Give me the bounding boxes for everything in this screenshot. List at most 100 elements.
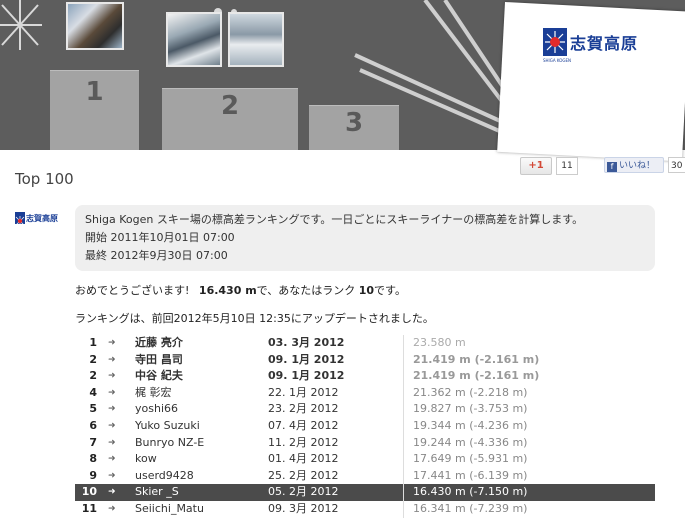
info-start-row: 開始 2011年10月01日 07:00	[85, 229, 645, 247]
ranking-name[interactable]: 近藤 亮介	[135, 335, 183, 352]
ranking-date: 01. 4月 2012	[268, 452, 339, 466]
snowflake-sun-icon	[15, 212, 25, 226]
column-divider	[403, 467, 404, 485]
winner-photo-first	[66, 2, 124, 50]
column-divider	[403, 335, 404, 352]
congrats-value: 16.430 m	[198, 284, 257, 297]
info-start-label: 開始	[85, 231, 107, 244]
ranking-height: 16.341 m (-7.239 m)	[413, 501, 528, 515]
ranking-name[interactable]: 中谷 紀夫	[135, 368, 183, 385]
info-end-label: 最終	[85, 249, 107, 262]
ranking-row[interactable]: 4 ➜ 梶 彰宏 22. 1月 2012 21.362 m (-2.218 m)	[75, 384, 655, 402]
ranking-rank: 5	[89, 402, 97, 416]
arrow-right-icon: ➜	[108, 437, 116, 448]
arrow-right-icon: ➜	[108, 404, 116, 415]
column-divider	[403, 500, 404, 518]
podium-third-label: 3	[344, 108, 364, 138]
ranking-height: 17.649 m (-5.931 m)	[413, 452, 528, 466]
ranking-date: 25. 2月 2012	[268, 468, 339, 482]
logo-text: 志賀高原	[570, 34, 639, 53]
column-divider	[403, 351, 404, 369]
podium-second: 2	[162, 88, 298, 150]
info-end-value: 2012年9月30日 07:00	[110, 249, 228, 262]
google-plus-button[interactable]: +1	[520, 157, 552, 175]
ranking-name[interactable]: Yuko Suzuki	[135, 418, 200, 435]
ranking-row[interactable]: 1 ➜ 近藤 亮介 03. 3月 2012 23.580 m	[75, 335, 655, 352]
google-plus-count: 11	[556, 157, 578, 175]
ranking-date: 09. 3月 2012	[268, 501, 339, 515]
congrats-message: おめでとうございます! 16.430 mで、あなたはランク 10です。	[75, 282, 406, 298]
ranking-rank: 2	[89, 352, 97, 366]
ranking-name[interactable]: 梶 彰宏	[135, 385, 172, 402]
ranking-date: 05. 2月 2012	[268, 485, 339, 499]
ranking-rank: 8	[89, 452, 97, 466]
shiga-kogen-logo[interactable]: SHIGA KOGEN 志賀高原	[543, 28, 639, 63]
ranking-table: 1 ➜ 近藤 亮介 03. 3月 2012 23.580 m 2 ➜ 寺田 昌司 09. 1月 …	[75, 335, 655, 518]
page-title: Top 100	[15, 170, 74, 188]
ranking-height: 19.344 m (-4.236 m)	[413, 418, 528, 432]
ranking-height: 16.430 m (-7.150 m)	[413, 485, 528, 499]
ranking-name[interactable]: 寺田 昌司	[135, 352, 183, 369]
arrow-right-icon: ➜	[108, 503, 116, 514]
ranking-row[interactable]: 2 ➜ 中谷 紀夫 09. 1月 2012 21.419 m (-2.161 m)	[75, 368, 655, 385]
congrats-suffix: です。	[374, 284, 406, 297]
ranking-row[interactable]: 10 ➜ Skier _S 05. 2月 2012 16.430 m (-7.150 m…	[75, 484, 655, 501]
arrow-right-icon: ➜	[108, 487, 116, 498]
ranking-rank: 6	[89, 418, 97, 432]
info-description: Shiga Kogen スキー場の標高差ランキングです。一日ごとにスキーライナー…	[85, 213, 584, 226]
winner-photo-second-a	[166, 12, 222, 67]
podium-second-label: 2	[220, 91, 240, 121]
info-end-row: 最終 2012年9月30日 07:00	[85, 247, 645, 265]
ranking-row[interactable]: 9 ➜ userd9428 25. 2月 2012 17.441 m (-6.139 m…	[75, 467, 655, 485]
info-start-value: 2011年10月01日 07:00	[110, 231, 235, 244]
ranking-rank: 4	[89, 385, 97, 399]
column-divider	[403, 451, 404, 468]
ranking-height: 19.244 m (-4.336 m)	[413, 435, 528, 449]
ranking-rank: 1	[89, 336, 97, 349]
ranking-name[interactable]: Skier _S	[135, 484, 179, 501]
ranking-row[interactable]: 8 ➜ kow 01. 4月 2012 17.649 m (-5.931 m)	[75, 451, 655, 468]
ranking-name[interactable]: Seiichi_Matu	[135, 501, 204, 518]
congrats-prefix: おめでとうございます!	[75, 284, 190, 297]
ranking-height: 19.827 m (-3.753 m)	[413, 402, 528, 416]
ranking-name[interactable]: Bunryo NZ-E	[135, 435, 204, 452]
ranking-rank: 9	[89, 468, 97, 482]
ranking-height: 23.580 m	[413, 336, 466, 349]
ranking-date: 07. 4月 2012	[268, 418, 339, 432]
arrow-right-icon: ➜	[108, 338, 116, 348]
ranking-height: 17.441 m (-6.139 m)	[413, 468, 528, 482]
ranking-date: 22. 1月 2012	[268, 385, 339, 399]
column-divider	[403, 368, 404, 385]
info-box: Shiga Kogen スキー場の標高差ランキングです。一日ごとにスキーライナー…	[75, 205, 655, 271]
logo-subtitle: SHIGA KOGEN	[543, 58, 572, 63]
ranking-rank: 10	[81, 485, 97, 499]
snowflake-sun-icon: SHIGA KOGEN	[543, 28, 571, 63]
arrow-right-icon: ➜	[108, 470, 116, 481]
ranking-row[interactable]: 7 ➜ Bunryo NZ-E 11. 2月 2012 19.244 m (-4.336…	[75, 434, 655, 452]
logo-card	[497, 2, 685, 162]
ranking-date: 11. 2月 2012	[268, 435, 339, 449]
facebook-icon: f	[607, 162, 617, 172]
congrats-rank: 10	[358, 284, 375, 297]
small-logo-text: 志賀高原	[26, 212, 58, 223]
arrow-right-icon: ➜	[108, 454, 116, 465]
ranking-name[interactable]: userd9428	[135, 468, 194, 485]
column-divider	[403, 401, 404, 418]
column-divider	[403, 484, 404, 501]
ranking-row[interactable]: 6 ➜ Yuko Suzuki 07. 4月 2012 19.344 m (-4.236…	[75, 417, 655, 435]
facebook-like-button[interactable]: f いいね！	[604, 157, 664, 173]
ranking-row[interactable]: 2 ➜ 寺田 昌司 09. 1月 2012 21.419 m (-2.161 m)	[75, 351, 655, 369]
ranking-rank: 11	[81, 501, 97, 515]
ranking-row[interactable]: 5 ➜ yoshi66 23. 2月 2012 19.827 m (-3.753 m)	[75, 401, 655, 418]
ranking-name[interactable]: kow	[135, 451, 157, 468]
congrats-middle: で、あなたはランク	[256, 284, 356, 297]
ranking-height: 21.419 m (-2.161 m)	[413, 369, 540, 383]
arrow-right-icon: ➜	[108, 354, 116, 365]
ranking-date: 23. 2月 2012	[268, 402, 339, 416]
ranking-row[interactable]: 11 ➜ Seiichi_Matu 09. 3月 2012 16.341 m (-7.2…	[75, 500, 655, 518]
ranking-updated-text: ランキングは、前回2012年5月10日 12:35にアップデートされました。	[75, 312, 434, 325]
ranking-rank: 7	[89, 435, 97, 449]
arrow-right-icon: ➜	[108, 387, 116, 398]
arrow-right-icon: ➜	[108, 371, 116, 382]
ranking-name[interactable]: yoshi66	[135, 401, 178, 418]
